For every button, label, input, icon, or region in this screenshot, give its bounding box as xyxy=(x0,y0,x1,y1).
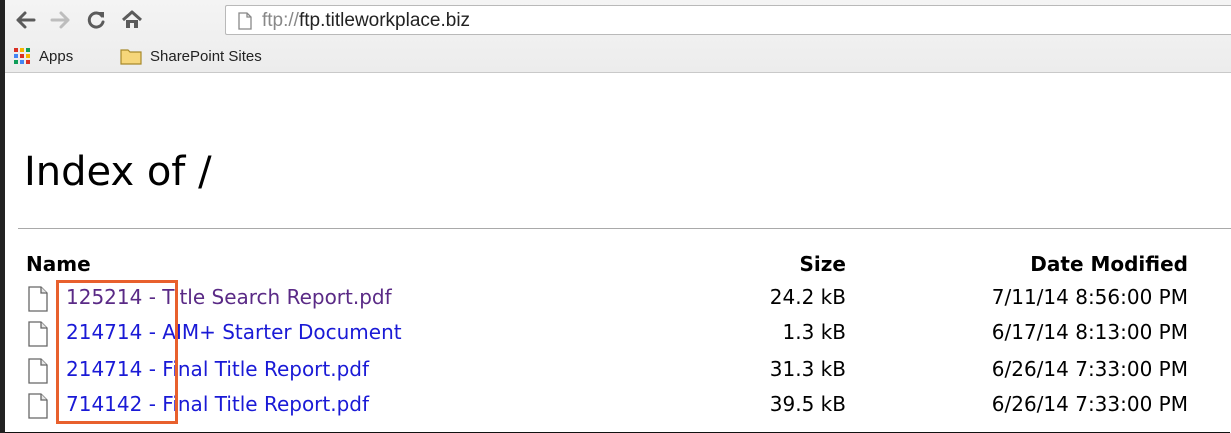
file-link[interactable]: 214714 - AIM+ Starter Document xyxy=(66,320,402,344)
file-icon xyxy=(28,393,48,419)
reload-button[interactable] xyxy=(83,7,109,33)
file-size: 39.5 kB xyxy=(769,392,846,416)
title-divider xyxy=(18,228,1231,229)
address-bar[interactable]: ftp://ftp.titleworkplace.biz xyxy=(225,5,1231,35)
file-date: 6/26/14 7:33:00 PM xyxy=(991,392,1188,416)
column-header-size[interactable]: Size xyxy=(800,252,846,276)
reload-icon xyxy=(87,11,105,29)
url-text: ftp://ftp.titleworkplace.biz xyxy=(262,10,470,32)
file-row: 214714 - AIM+ Starter Document 1.3 kB 6/… xyxy=(0,320,1231,352)
forward-arrow-icon xyxy=(50,11,70,29)
file-size: 31.3 kB xyxy=(769,357,846,381)
file-icon xyxy=(28,286,48,312)
column-header-date[interactable]: Date Modified xyxy=(1030,252,1188,276)
file-link[interactable]: 125214 - Title Search Report.pdf xyxy=(66,285,392,309)
file-date: 6/17/14 8:13:00 PM xyxy=(991,320,1188,344)
folder-icon xyxy=(120,49,142,65)
browser-toolbar: ftp://ftp.titleworkplace.biz Apps ShareP… xyxy=(5,0,1231,73)
file-size: 24.2 kB xyxy=(769,285,846,309)
column-header-name[interactable]: Name xyxy=(26,252,91,276)
home-button[interactable] xyxy=(119,7,145,33)
bookmark-sharepoint-label: SharePoint Sites xyxy=(150,47,262,65)
bookmark-apps-label: Apps xyxy=(39,47,74,65)
file-row: 125214 - Title Search Report.pdf 24.2 kB… xyxy=(0,285,1231,317)
file-size: 1.3 kB xyxy=(782,320,846,344)
url-host: ftp.titleworkplace.biz xyxy=(298,10,471,31)
bookmark-apps[interactable]: Apps xyxy=(13,47,73,65)
file-icon xyxy=(28,321,48,347)
page-title: Index of / xyxy=(24,149,212,195)
bookmarks-bar: Apps SharePoint Sites xyxy=(5,40,1231,72)
page-icon xyxy=(238,12,252,30)
file-link[interactable]: 714142 - Final Title Report.pdf xyxy=(66,392,369,416)
file-row: 714142 - Final Title Report.pdf 39.5 kB … xyxy=(0,392,1231,424)
file-icon xyxy=(28,358,48,384)
forward-button[interactable] xyxy=(47,7,73,33)
file-link[interactable]: 214714 - Final Title Report.pdf xyxy=(66,357,369,381)
file-row: 214714 - Final Title Report.pdf 31.3 kB … xyxy=(0,357,1231,389)
file-date: 7/11/14 8:56:00 PM xyxy=(991,285,1188,309)
apps-grid-icon xyxy=(14,48,30,64)
url-scheme: ftp:// xyxy=(262,10,299,31)
navigation-row: ftp://ftp.titleworkplace.biz xyxy=(5,0,1231,40)
back-button[interactable] xyxy=(13,7,39,33)
home-icon xyxy=(122,10,142,28)
file-date: 6/26/14 7:33:00 PM xyxy=(991,357,1188,381)
bookmark-sharepoint-sites[interactable]: SharePoint Sites xyxy=(120,47,262,65)
back-arrow-icon xyxy=(16,11,36,29)
